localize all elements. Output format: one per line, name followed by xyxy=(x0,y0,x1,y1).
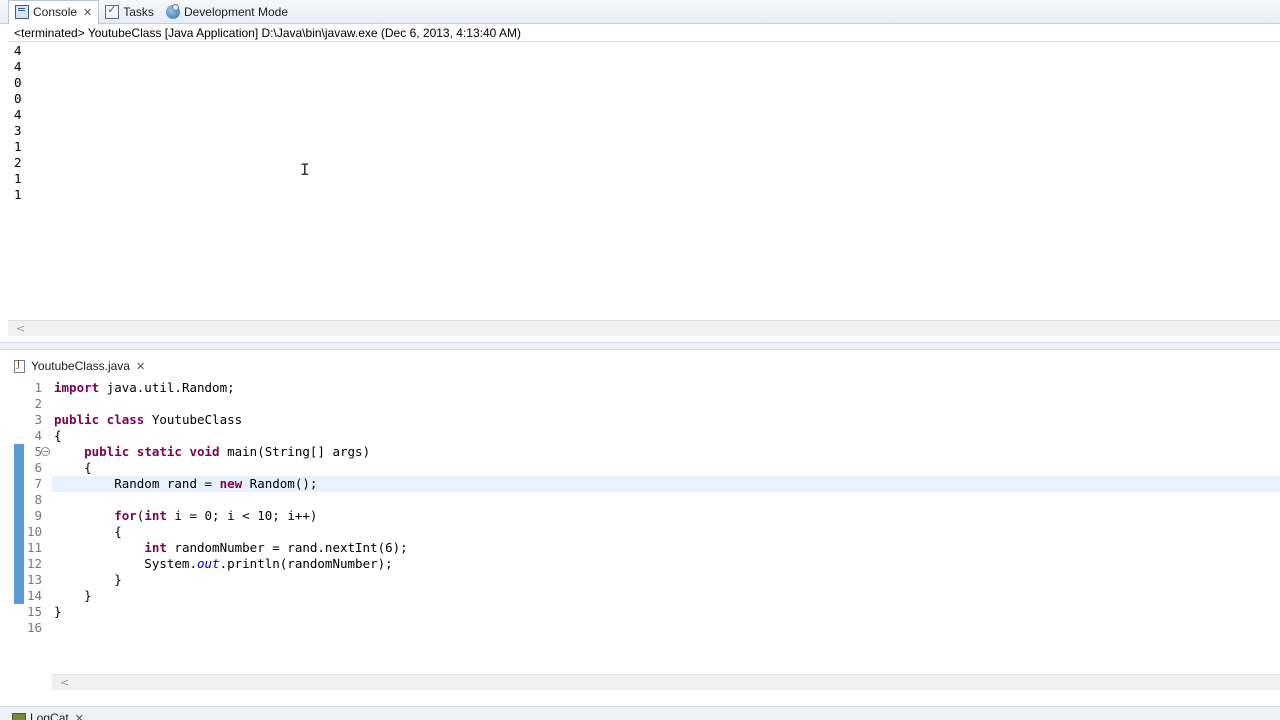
tab-tasks[interactable]: Tasks xyxy=(99,0,160,24)
line-number: 6 xyxy=(34,460,42,475)
console-output-line: 0 xyxy=(14,75,22,90)
console-icon xyxy=(15,5,29,19)
scroll-left-arrow-icon[interactable]: < xyxy=(16,321,25,336)
code-text: Random rand = new Random(); xyxy=(54,476,318,491)
console-output-line: 4 xyxy=(14,43,22,58)
code-line: 12 System.out.println(randomNumber); xyxy=(0,556,1280,572)
console-output-line: 1 xyxy=(14,139,22,154)
code-line: 13 } xyxy=(0,572,1280,588)
code-text: { xyxy=(54,524,122,539)
line-number: 9 xyxy=(34,508,42,523)
line-number: 4 xyxy=(34,428,42,443)
close-icon[interactable]: ✕ xyxy=(83,6,92,19)
editor-tabbar: YoutubeClass.java ✕ xyxy=(0,355,1280,377)
code-text: public static void main(String[] args) xyxy=(84,444,371,459)
java-file-icon xyxy=(14,359,25,373)
code-line: 6 { xyxy=(0,460,1280,476)
code-text: } xyxy=(54,572,122,587)
code-line: 14 } xyxy=(0,588,1280,604)
editor-tab-label: YoutubeClass.java xyxy=(31,359,130,373)
code-text: import java.util.Random; xyxy=(54,380,235,395)
line-number: 14 xyxy=(26,588,42,603)
console-horizontal-scrollbar[interactable]: < xyxy=(8,320,1280,336)
divider xyxy=(8,41,1280,42)
tab-development-mode[interactable]: Development Mode xyxy=(160,0,294,24)
code-text: } xyxy=(54,588,92,603)
line-number: 12 xyxy=(26,556,42,571)
console-output-line: 3 xyxy=(14,123,22,138)
code-line: 9 for(int i = 0; i < 10; i++) xyxy=(0,508,1280,524)
close-icon[interactable]: ✕ xyxy=(136,360,145,373)
scroll-left-arrow-icon[interactable]: < xyxy=(60,675,69,690)
console-output-line: 1 xyxy=(14,171,22,186)
console-view-tabbar: Console ✕ Tasks Development Mode xyxy=(0,0,1280,24)
bottom-view-tabbar: LogCat ✕ xyxy=(0,706,1280,720)
code-line: 8 xyxy=(0,492,1280,508)
line-number: 13 xyxy=(26,572,42,587)
line-number: 5 xyxy=(34,444,42,459)
line-number: 16 xyxy=(26,620,42,635)
logcat-icon xyxy=(12,712,26,720)
console-output-line: 0 xyxy=(14,91,22,106)
line-number: 7 xyxy=(34,476,42,491)
code-text: { xyxy=(54,428,62,443)
code-line: 4 { xyxy=(0,428,1280,444)
code-text: public class YoutubeClass xyxy=(54,412,243,427)
code-line: 5 − public static void main(String[] arg… xyxy=(0,444,1280,460)
editor-horizontal-scrollbar[interactable]: < xyxy=(52,674,1280,690)
line-number: 15 xyxy=(26,604,42,619)
tab-console[interactable]: Console ✕ xyxy=(8,0,100,24)
code-line: 11 int randomNumber = rand.nextInt(6); xyxy=(0,540,1280,556)
line-number: 1 xyxy=(34,380,42,395)
line-number: 3 xyxy=(34,412,42,427)
code-line: 16 xyxy=(0,620,1280,636)
console-output[interactable]: 4 4 0 0 4 3 1 2 1 1 xyxy=(14,43,22,203)
line-number: 8 xyxy=(34,492,42,507)
tab-logcat-label: LogCat xyxy=(30,711,69,720)
code-line: 2 xyxy=(0,396,1280,412)
code-text: System.out.println(randomNumber); xyxy=(54,556,393,571)
code-line: 7 Random rand = new Random(); xyxy=(0,476,1280,492)
fold-collapse-icon[interactable]: − xyxy=(41,447,50,456)
console-output-line: 1 xyxy=(14,187,22,202)
code-text: for(int i = 0; i < 10; i++) xyxy=(114,508,318,523)
code-line: 1 import java.util.Random; xyxy=(0,380,1280,396)
code-line: 15 } xyxy=(0,604,1280,620)
tab-development-mode-label: Development Mode xyxy=(183,4,288,19)
tab-youtubeclass-java[interactable]: YoutubeClass.java ✕ xyxy=(14,359,145,373)
console-output-line: 4 xyxy=(14,107,22,122)
tab-tasks-label: Tasks xyxy=(123,4,154,19)
tasks-icon xyxy=(105,3,120,19)
line-number: 10 xyxy=(26,524,42,539)
code-text: { xyxy=(54,460,92,475)
tab-logcat[interactable]: LogCat ✕ xyxy=(12,711,84,720)
console-output-line: 4 xyxy=(14,59,22,74)
i-beam-cursor-icon: I xyxy=(300,160,310,179)
code-text: } xyxy=(54,604,62,619)
console-output-line: 2 xyxy=(14,155,22,170)
tab-console-label: Console xyxy=(33,5,78,19)
close-icon[interactable]: ✕ xyxy=(75,712,84,720)
code-line: 3 public class YoutubeClass xyxy=(0,412,1280,428)
code-line: 10 { xyxy=(0,524,1280,540)
code-text: int randomNumber = rand.nextInt(6); xyxy=(144,540,408,555)
pane-splitter[interactable] xyxy=(0,342,1280,350)
development-mode-icon xyxy=(165,3,180,19)
line-number: 2 xyxy=(34,396,42,411)
console-status-line: <terminated> YoutubeClass [Java Applicat… xyxy=(14,26,521,40)
line-number: 11 xyxy=(26,540,42,555)
